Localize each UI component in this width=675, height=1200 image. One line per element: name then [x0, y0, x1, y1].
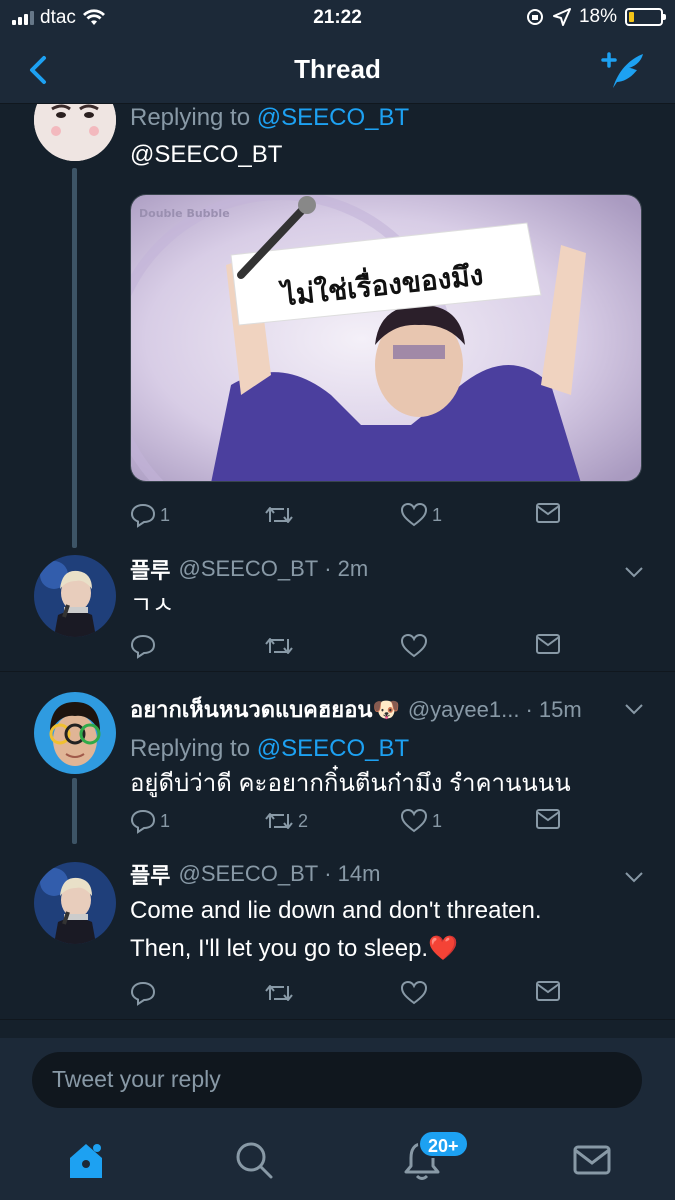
heart-icon: [400, 808, 428, 833]
like-button[interactable]: 1: [400, 502, 442, 528]
display-name[interactable]: 플루: [130, 858, 170, 890]
rotation-lock-icon: [526, 9, 543, 25]
handle[interactable]: @SEECO_BT: [178, 861, 318, 887]
tab-bar: 20+: [0, 1122, 675, 1200]
display-name[interactable]: อยากเห็นหนวดแบคฮยอน🐶: [130, 692, 400, 727]
tweet-actions: [130, 980, 570, 1010]
reply-icon: [130, 981, 156, 1006]
direct-message-button[interactable]: [535, 633, 561, 655]
search-icon[interactable]: [232, 1138, 276, 1182]
heart-icon: [400, 980, 428, 1005]
like-count: 1: [432, 504, 443, 525]
like-button[interactable]: 1: [400, 808, 442, 834]
messages-envelope-icon[interactable]: [570, 1138, 614, 1182]
reply-button[interactable]: 1: [130, 502, 170, 528]
retweet-button[interactable]: 2: [264, 808, 308, 834]
replying-to: Replying to @SEECO_BT: [130, 735, 410, 762]
thread-line: [72, 168, 77, 548]
direct-message-button[interactable]: [535, 980, 561, 1002]
image-watermark: Double Bubble: [139, 207, 230, 220]
notifications-badge: 20+: [418, 1130, 469, 1158]
display-name[interactable]: 플루: [130, 553, 170, 585]
tweet-text[interactable]: @SEECO_BT: [130, 136, 645, 174]
navigation-bar: Thread: [0, 36, 675, 104]
compose-tweet-icon[interactable]: [599, 48, 649, 92]
avatar[interactable]: [34, 104, 116, 161]
heart-icon: [400, 502, 428, 527]
retweet-button[interactable]: [264, 633, 298, 659]
retweet-count: 2: [298, 810, 309, 831]
chevron-down-icon[interactable]: [623, 702, 645, 716]
chevron-down-icon[interactable]: [623, 565, 645, 579]
tweet-text-line-1[interactable]: Come and lie down and don't threaten.: [130, 892, 645, 930]
status-bar: dtac 21:22 18%: [0, 0, 675, 36]
tweet[interactable]: อยากเห็นหนวดแบคฮยอน🐶 @yayee1... · 15m Re…: [0, 672, 675, 844]
like-button[interactable]: [400, 980, 432, 1006]
retweet-icon: [265, 813, 293, 829]
reply-composer: Tweet your reply: [0, 1038, 675, 1122]
reply-icon: [130, 503, 156, 528]
avatar[interactable]: [34, 555, 116, 637]
avatar[interactable]: [34, 692, 116, 774]
reply-input[interactable]: Tweet your reply: [32, 1052, 642, 1108]
tweet-actions: 1 2 1: [130, 808, 570, 838]
like-button[interactable]: [400, 633, 432, 659]
timestamp: · 15m: [525, 696, 582, 722]
mention-link[interactable]: @SEECO_BT: [257, 104, 409, 131]
retweet-button[interactable]: [264, 980, 298, 1006]
tweet[interactable]: Replying to @SEECO_BT @SEECO_BT ไม่ใช่เร…: [0, 104, 675, 549]
tweet[interactable]: 플루 @SEECO_BT · 14m Come and lie down and…: [0, 844, 675, 1019]
like-count: 1: [432, 810, 443, 831]
retweet-icon: [265, 507, 293, 523]
page-title: Thread: [294, 54, 381, 84]
reply-button[interactable]: 1: [130, 808, 170, 834]
tweet-text[interactable]: ㄱㅅ: [130, 587, 645, 625]
retweet-icon: [265, 985, 293, 1001]
thread-feed[interactable]: Replying to @SEECO_BT @SEECO_BT ไม่ใช่เร…: [0, 104, 675, 1038]
timestamp: · 14m: [324, 861, 381, 886]
envelope-icon: [536, 809, 560, 829]
battery-percent: 18%: [578, 6, 617, 27]
reply-count: 1: [160, 504, 171, 525]
tweet-actions: [130, 633, 570, 663]
battery-icon: [625, 8, 666, 26]
envelope-icon: [536, 634, 560, 654]
retweet-icon: [265, 638, 293, 654]
avatar[interactable]: [34, 862, 116, 944]
chevron-down-icon[interactable]: [623, 870, 645, 884]
tweet[interactable]: 플루 @SEECO_BT · 2m ㄱㅅ: [0, 549, 675, 671]
tweet-text[interactable]: อยู่ดีบ่ว่าดี คะอยากกิ๋นตีนก๋ามึง รำคานน…: [130, 765, 645, 803]
reply-button[interactable]: [130, 980, 160, 1006]
direct-message-button[interactable]: [535, 502, 561, 524]
heart-icon: [400, 633, 428, 658]
replying-to: Replying to @SEECO_BT: [130, 104, 410, 131]
location-arrow-icon: [552, 8, 571, 26]
reply-button[interactable]: [130, 633, 160, 659]
envelope-icon: [536, 503, 560, 523]
reply-icon: [130, 809, 156, 834]
direct-message-button[interactable]: [535, 808, 561, 830]
reply-icon: [130, 634, 156, 659]
timestamp: · 2m: [324, 556, 369, 581]
reply-count: 1: [160, 810, 171, 831]
home-icon[interactable]: [64, 1138, 108, 1182]
handle[interactable]: @yayee1...: [408, 697, 520, 723]
thread-line: [72, 778, 77, 844]
tweet-text-line-2[interactable]: Then, I'll let you go to sleep.❤️: [130, 930, 645, 968]
tweet-actions: 1 1: [130, 502, 570, 532]
handle[interactable]: @SEECO_BT: [178, 556, 318, 582]
retweet-button[interactable]: [264, 502, 298, 528]
tweet-image[interactable]: ไม่ใช่เรื่องของมึง Double Bubble: [130, 194, 642, 482]
divider: [0, 1019, 675, 1020]
envelope-icon: [536, 981, 560, 1001]
mention-link[interactable]: @SEECO_BT: [257, 735, 409, 762]
